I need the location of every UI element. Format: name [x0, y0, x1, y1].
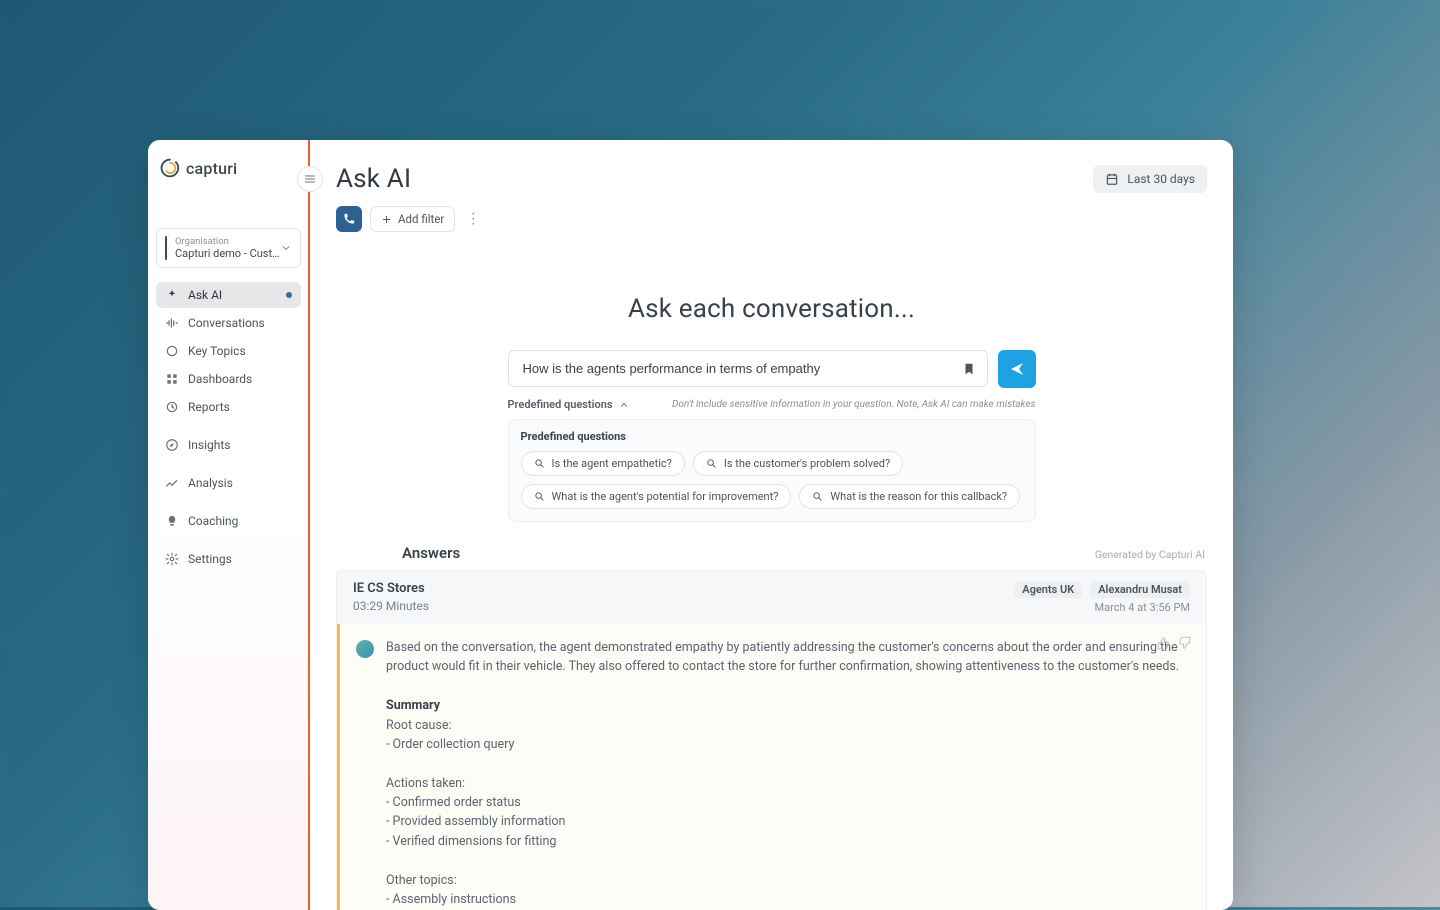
- sidebar-item-key-topics[interactable]: Key Topics: [156, 338, 301, 364]
- sidebar-item-settings[interactable]: Settings: [156, 546, 301, 572]
- grid-icon: [165, 372, 179, 386]
- bulb-icon: [165, 514, 179, 528]
- disclaimer-text: Don't include sensitive information in y…: [672, 399, 1036, 410]
- topbar: Ask AI Last 30 days: [310, 140, 1233, 206]
- sidebar-toggle[interactable]: [297, 166, 323, 192]
- predefined-question-chip[interactable]: What is the agent's potential for improv…: [521, 484, 792, 509]
- ai-avatar-icon: [356, 640, 374, 658]
- calendar-icon: [1105, 172, 1119, 186]
- sidebar-item-conversations[interactable]: Conversations: [156, 310, 301, 336]
- sidebar-item-label: Insights: [188, 438, 230, 452]
- answers-title: Answers: [402, 544, 460, 562]
- sidebar: capturi Organisation Capturi demo - Cust…: [148, 140, 310, 910]
- date-range-label: Last 30 days: [1127, 172, 1195, 186]
- chevron-down-icon: [280, 242, 292, 254]
- app-window: capturi Organisation Capturi demo - Cust…: [148, 140, 1233, 910]
- channel-phone-button[interactable]: [336, 206, 362, 232]
- call-duration: 03:29 Minutes: [353, 599, 429, 613]
- chevron-up-icon: [619, 400, 629, 410]
- chip-label: What is the reason for this callback?: [830, 490, 1007, 503]
- content-scroll[interactable]: Ask each conversation... Predefined ques…: [310, 242, 1233, 910]
- agent-tag: Alexandru Musat: [1090, 581, 1190, 598]
- filter-row: Add filter ⋮: [310, 206, 1233, 242]
- chip-label: Is the customer's problem solved?: [724, 457, 890, 470]
- plus-icon: [381, 214, 392, 225]
- answer-timestamp: March 4 at 3:56 PM: [1095, 601, 1190, 614]
- predefined-toggle-label: Predefined questions: [508, 398, 613, 411]
- clock-icon: [165, 400, 179, 414]
- sidebar-item-ask-ai[interactable]: Ask AI: [156, 282, 301, 308]
- active-indicator-dot: [286, 292, 292, 298]
- generated-by-note: Generated by Capturi AI: [1095, 548, 1205, 561]
- sidebar-item-label: Key Topics: [188, 344, 246, 358]
- predefined-toggle[interactable]: Predefined questions: [508, 398, 629, 411]
- org-label: Organisation: [175, 236, 280, 247]
- bookmark-icon[interactable]: [962, 362, 976, 376]
- chip-label: Is the agent empathetic?: [552, 457, 672, 470]
- sidebar-item-coaching[interactable]: Coaching: [156, 508, 301, 534]
- thumbs-up-icon[interactable]: [1156, 636, 1170, 650]
- ask-hero-heading: Ask each conversation...: [336, 294, 1207, 324]
- search-icon: [534, 458, 545, 469]
- search-icon: [812, 491, 823, 502]
- answer-card: IE CS Stores 03:29 Minutes Agents UK Ale…: [336, 570, 1207, 910]
- answers-header: Answers Generated by Capturi AI: [402, 544, 1207, 562]
- nav-list: Ask AI Conversations Key Topics Dashboar…: [156, 282, 301, 572]
- predefined-title: Predefined questions: [521, 430, 1023, 443]
- main-panel: Ask AI Last 30 days Add filter ⋮ Ask eac…: [310, 140, 1233, 910]
- sidebar-item-label: Analysis: [188, 476, 233, 490]
- org-name: Capturi demo - Custo…: [175, 247, 280, 260]
- sidebar-item-label: Settings: [188, 552, 232, 566]
- sparkle-icon: [165, 288, 179, 302]
- brand-name: capturi: [186, 159, 237, 178]
- thumbs-down-icon[interactable]: [1178, 636, 1192, 650]
- sidebar-item-label: Dashboards: [188, 372, 252, 386]
- org-selector[interactable]: Organisation Capturi demo - Custo…: [156, 228, 301, 268]
- predefined-question-chip[interactable]: Is the customer's problem solved?: [693, 451, 903, 476]
- feedback-controls: [1156, 636, 1192, 650]
- predefined-question-chip[interactable]: Is the agent empathetic?: [521, 451, 685, 476]
- store-name: IE CS Stores: [353, 581, 429, 596]
- gear-icon: [165, 552, 179, 566]
- trend-icon: [165, 476, 179, 490]
- sidebar-item-label: Conversations: [188, 316, 265, 330]
- answer-card-body: Based on the conversation, the agent dem…: [337, 624, 1206, 910]
- send-button[interactable]: [998, 350, 1036, 388]
- compass-icon: [165, 438, 179, 452]
- search-icon: [534, 491, 545, 502]
- answer-card-header: IE CS Stores 03:29 Minutes Agents UK Ale…: [337, 571, 1206, 624]
- sidebar-item-label: Coaching: [188, 514, 238, 528]
- sidebar-item-insights[interactable]: Insights: [156, 432, 301, 458]
- sidebar-item-label: Reports: [188, 400, 230, 414]
- sidebar-item-analysis[interactable]: Analysis: [156, 470, 301, 496]
- chip-label: What is the agent's potential for improv…: [552, 490, 779, 503]
- brand-logo: capturi: [156, 158, 301, 192]
- sidebar-item-reports[interactable]: Reports: [156, 394, 301, 420]
- search-icon: [706, 458, 717, 469]
- circle-icon: [165, 344, 179, 358]
- ask-subrow: Predefined questions Don't include sensi…: [508, 398, 1036, 411]
- org-accent: [165, 236, 167, 260]
- answer-text: Based on the conversation, the agent dem…: [386, 638, 1190, 910]
- sidebar-item-label: Ask AI: [188, 288, 222, 302]
- sidebar-item-dashboards[interactable]: Dashboards: [156, 366, 301, 392]
- ask-input[interactable]: [508, 350, 988, 387]
- predefined-panel: Predefined questions Is the agent empath…: [508, 419, 1036, 522]
- waveform-icon: [165, 316, 179, 330]
- brand-mark-icon: [160, 158, 180, 178]
- add-filter-button[interactable]: Add filter: [370, 206, 455, 232]
- date-range-button[interactable]: Last 30 days: [1093, 165, 1207, 193]
- team-tag: Agents UK: [1014, 581, 1082, 598]
- page-title: Ask AI: [336, 164, 411, 194]
- ask-input-row: [336, 350, 1207, 388]
- predefined-question-chip[interactable]: What is the reason for this callback?: [799, 484, 1020, 509]
- add-filter-label: Add filter: [398, 212, 444, 226]
- filter-kebab-menu[interactable]: ⋮: [463, 211, 483, 227]
